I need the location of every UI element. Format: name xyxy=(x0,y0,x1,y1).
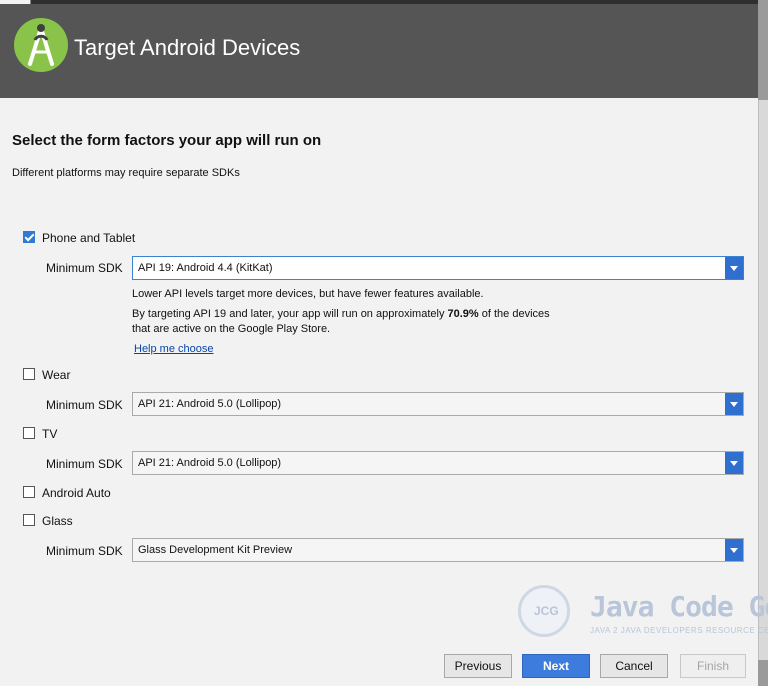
background-window-panel xyxy=(758,100,768,660)
api-levels-info: Lower API levels target more devices, bu… xyxy=(132,288,484,300)
finish-button[interactable]: Finish xyxy=(680,654,746,678)
watermark-monogram: JCG xyxy=(534,604,559,618)
page-heading: Select the form factors your app will ru… xyxy=(12,132,322,149)
glass-min-sdk-label: Minimum SDK xyxy=(46,544,123,558)
api-coverage-info: By targeting API 19 and later, your app … xyxy=(132,307,550,321)
tv-min-sdk-value: API 21: Android 5.0 (Lollipop) xyxy=(138,457,282,469)
wear-min-sdk-value: API 21: Android 5.0 (Lollipop) xyxy=(138,398,282,410)
android-auto-checkbox[interactable] xyxy=(23,486,35,498)
wear-checkbox[interactable] xyxy=(23,368,35,380)
phone-tablet-checkbox[interactable] xyxy=(23,231,35,243)
chevron-down-icon[interactable] xyxy=(725,393,743,415)
api-coverage-prefix: By targeting API 19 and later, your app … xyxy=(132,308,448,320)
tv-min-sdk-label: Minimum SDK xyxy=(46,457,123,471)
chevron-down-icon[interactable] xyxy=(725,539,743,561)
page-subheading: Different platforms may require separate… xyxy=(12,167,240,179)
tv-min-sdk-dropdown[interactable]: API 21: Android 5.0 (Lollipop) xyxy=(132,451,744,475)
help-me-choose-link[interactable]: Help me choose xyxy=(134,342,214,356)
previous-button[interactable]: Previous xyxy=(444,654,512,678)
wear-min-sdk-dropdown[interactable]: API 21: Android 5.0 (Lollipop) xyxy=(132,392,744,416)
chevron-down-icon[interactable] xyxy=(725,452,743,474)
tv-label[interactable]: TV xyxy=(42,427,57,441)
watermark-subtitle: JAVA 2 JAVA DEVELOPERS RESOURCE CENTER xyxy=(590,626,768,635)
tv-checkbox[interactable] xyxy=(23,427,35,439)
phone-min-sdk-value: API 19: Android 4.4 (KitKat) xyxy=(138,262,273,274)
phone-min-sdk-label: Minimum SDK xyxy=(46,261,123,275)
glass-checkbox[interactable] xyxy=(23,514,35,526)
chevron-down-icon[interactable] xyxy=(725,257,743,279)
android-studio-logo-icon xyxy=(14,18,68,72)
api-coverage-suffix: of the devices xyxy=(478,308,550,320)
watermark-title: Java Code Geeks xyxy=(590,590,768,623)
phone-min-sdk-dropdown[interactable]: API 19: Android 4.4 (KitKat) xyxy=(132,256,744,280)
api-coverage-percent: 70.9% xyxy=(447,308,479,320)
wear-label[interactable]: Wear xyxy=(42,368,70,382)
wizard-title: Target Android Devices xyxy=(74,35,301,60)
wizard-window: Target Android Devices Select the form f… xyxy=(0,0,768,686)
glass-label[interactable]: Glass xyxy=(42,514,73,528)
wizard-header: Target Android Devices xyxy=(0,4,758,98)
glass-min-sdk-dropdown[interactable]: Glass Development Kit Preview xyxy=(132,538,744,562)
glass-min-sdk-value: Glass Development Kit Preview xyxy=(138,544,293,556)
android-auto-label[interactable]: Android Auto xyxy=(42,486,111,500)
phone-tablet-label[interactable]: Phone and Tablet xyxy=(42,231,135,245)
next-button[interactable]: Next xyxy=(522,654,590,678)
play-store-info: that are active on the Google Play Store… xyxy=(132,323,331,335)
wear-min-sdk-label: Minimum SDK xyxy=(46,398,123,412)
cancel-button[interactable]: Cancel xyxy=(600,654,668,678)
